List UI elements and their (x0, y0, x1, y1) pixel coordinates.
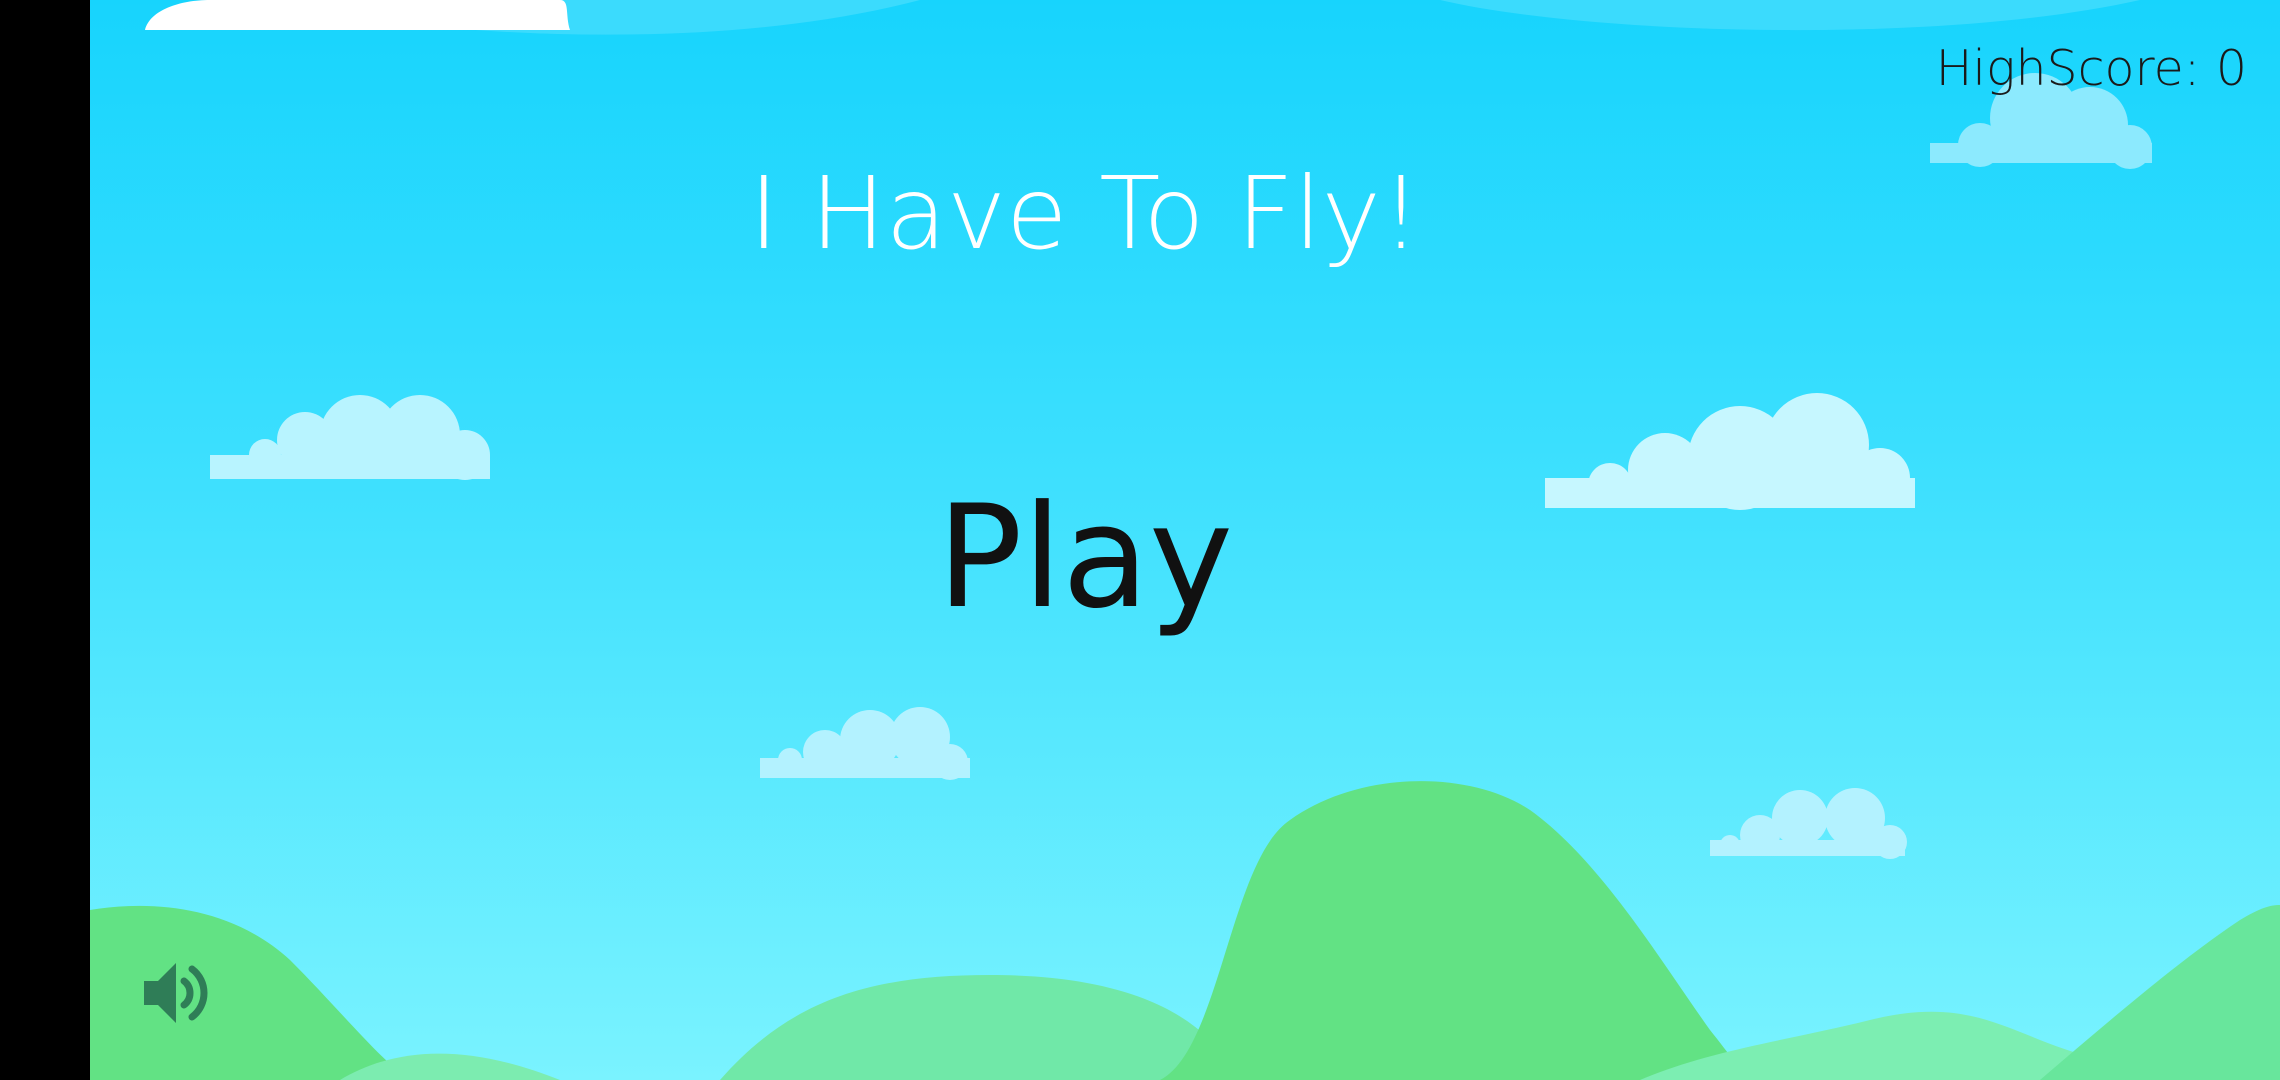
cloud-top-left (145, 0, 570, 30)
cloud-mid-left (210, 395, 490, 480)
highscore-label: HighScore: 0 (1935, 40, 2247, 97)
game-screen: HighScore: 0 I Have To Fly! Play (0, 0, 2280, 1080)
hill-right (2040, 905, 2280, 1080)
hill-left (90, 905, 410, 1080)
cloud-lower-right (1710, 788, 1907, 859)
game-title: I Have To Fly! (749, 155, 1421, 272)
hill-center-big (1160, 781, 1750, 1080)
cloud-lower-center (760, 707, 970, 780)
play-button-label[interactable]: Play (937, 475, 1233, 640)
speaker-volume-icon[interactable] (140, 955, 216, 1031)
play-button[interactable]: Play (90, 475, 2180, 640)
game-area: HighScore: 0 I Have To Fly! Play (90, 0, 2280, 1080)
sound-toggle-button[interactable] (140, 955, 216, 1031)
screen-edge-bar (0, 0, 90, 1080)
sky-wave-top-right (1440, 0, 2140, 31)
